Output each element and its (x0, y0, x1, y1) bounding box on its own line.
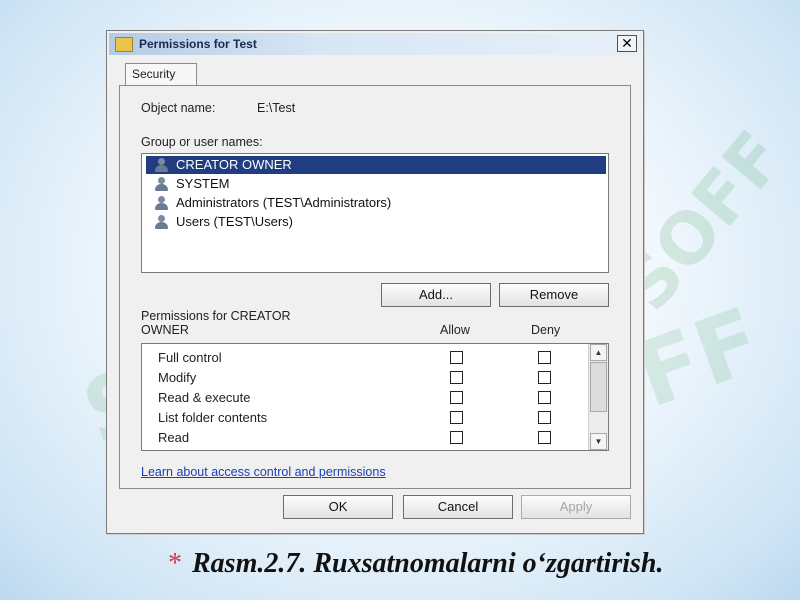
permissions-label: Permissions for CREATOR (141, 309, 291, 323)
deny-checkbox[interactable] (538, 411, 551, 424)
permission-name: Read & execute (158, 390, 251, 405)
list-item-label: SYSTEM (176, 176, 230, 191)
table-row: List folder contents (142, 408, 582, 428)
title-bar[interactable]: Permissions for Test ✕ (109, 33, 641, 55)
user-group-icon (154, 177, 172, 191)
permission-name: List folder contents (158, 410, 268, 425)
allow-checkbox[interactable] (450, 411, 463, 424)
list-item[interactable]: CREATOR OWNER (146, 156, 606, 174)
deny-checkbox[interactable] (538, 391, 551, 404)
caption-text: Rasm.2.7. Ruxsatnomalarni o‘zgartirish. (192, 548, 664, 579)
permission-name: Modify (158, 370, 197, 385)
group-user-list[interactable]: CREATOR OWNER SYSTEM Administrators (TES… (141, 153, 609, 273)
allow-column-header: Allow (440, 323, 470, 337)
apply-button[interactable]: Apply (521, 495, 631, 519)
scroll-down-arrow-icon[interactable]: ▼ (590, 433, 607, 450)
permissions-dialog: Permissions for Test ✕ Security Object n… (106, 30, 644, 534)
add-button[interactable]: Add... (381, 283, 491, 307)
user-group-icon (154, 215, 172, 229)
caption-star-icon: * (168, 548, 182, 579)
list-item-label: CREATOR OWNER (176, 157, 292, 172)
scroll-up-arrow-icon[interactable]: ▲ (590, 344, 607, 361)
figure-caption: * Rasm.2.7. Ruxsatnomalarni o‘zgartirish. (168, 548, 663, 580)
deny-checkbox[interactable] (538, 371, 551, 384)
list-item[interactable]: Users (TEST\Users) (146, 213, 606, 231)
list-item-label: Users (TEST\Users) (176, 214, 293, 229)
deny-checkbox[interactable] (538, 351, 551, 364)
close-button[interactable]: ✕ (617, 35, 637, 52)
help-link[interactable]: Learn about access control and permissio… (141, 465, 386, 479)
object-name-label: Object name: (141, 101, 216, 115)
allow-checkbox[interactable] (450, 431, 463, 444)
deny-column-header: Deny (531, 323, 561, 337)
remove-button[interactable]: Remove (499, 283, 609, 307)
list-item[interactable]: Administrators (TEST\Administrators) (146, 194, 606, 212)
cancel-button[interactable]: Cancel (403, 495, 513, 519)
list-item[interactable]: SYSTEM (146, 175, 606, 193)
groups-label: Group or user names: (141, 135, 263, 149)
table-row: Full control (142, 348, 582, 368)
table-row: Read (142, 428, 582, 448)
ok-button[interactable]: OK (283, 495, 393, 519)
permission-name: Full control (158, 350, 222, 365)
object-name-value: E:\Test (257, 101, 296, 115)
table-row: Read & execute (142, 388, 582, 408)
user-group-icon (154, 196, 172, 210)
permissions-scrollbar[interactable]: ▲ ▼ (588, 344, 608, 450)
permissions-label-owner: OWNER (141, 323, 189, 337)
allow-checkbox[interactable] (450, 371, 463, 384)
list-item-label: Administrators (TEST\Administrators) (176, 195, 392, 210)
allow-checkbox[interactable] (450, 351, 463, 364)
permissions-table: Full control Modify Read & execute List … (141, 343, 609, 451)
table-row: Modify (142, 368, 582, 388)
allow-checkbox[interactable] (450, 391, 463, 404)
scroll-thumb[interactable] (590, 362, 607, 412)
permission-name: Read (158, 430, 190, 445)
folder-icon (115, 37, 133, 52)
deny-checkbox[interactable] (538, 431, 551, 444)
window-title: Permissions for Test (139, 37, 257, 51)
user-group-icon (154, 158, 172, 172)
tab-security[interactable]: Security (125, 63, 197, 85)
